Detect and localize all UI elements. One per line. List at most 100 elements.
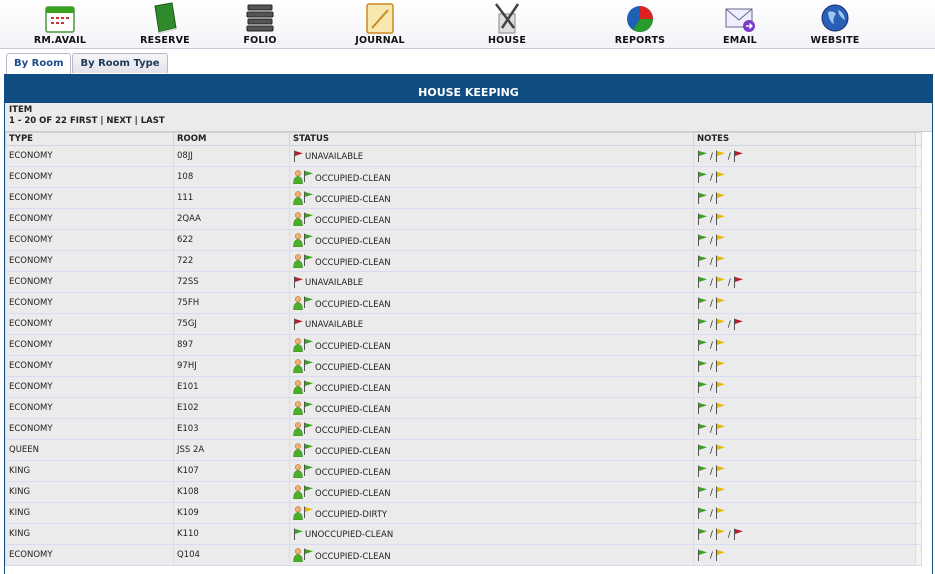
table-row[interactable]: ECONOMY 75FH OCCUPIED-CLEAN /: [5, 292, 922, 314]
red-flag-icon[interactable]: [733, 528, 744, 540]
toolbar-button-reserve[interactable]: RESERVE: [120, 2, 210, 46]
green-flag-icon[interactable]: [303, 170, 314, 182]
room-number-cell[interactable]: 72SS: [173, 271, 290, 293]
toolbar-button-website[interactable]: WEBSITE: [790, 2, 880, 46]
table-row[interactable]: ECONOMY Q104 OCCUPIED-CLEAN /: [5, 544, 922, 566]
table-row[interactable]: ECONOMY 08JJ UNAVAILABLE / /: [5, 145, 922, 167]
green-flag-icon[interactable]: [697, 192, 708, 204]
room-number-cell[interactable]: K108: [173, 481, 290, 503]
red-flag-icon[interactable]: [293, 276, 304, 288]
green-flag-icon[interactable]: [303, 359, 314, 371]
table-row[interactable]: ECONOMY 622 OCCUPIED-CLEAN /: [5, 229, 922, 251]
tab-by-room-type[interactable]: By Room Type: [72, 53, 168, 73]
green-flag-icon[interactable]: [697, 318, 708, 330]
red-flag-icon[interactable]: [733, 276, 744, 288]
yellow-flag-icon[interactable]: [715, 192, 726, 204]
table-row[interactable]: ECONOMY 108 OCCUPIED-CLEAN /: [5, 166, 922, 188]
table-row[interactable]: QUEEN JSS 2A OCCUPIED-CLEAN /: [5, 439, 922, 461]
yellow-flag-icon[interactable]: [715, 297, 726, 309]
green-flag-icon[interactable]: [303, 548, 314, 560]
yellow-flag-icon[interactable]: [715, 360, 726, 372]
yellow-flag-icon[interactable]: [715, 255, 726, 267]
green-flag-icon[interactable]: [303, 443, 314, 455]
pager-next-link[interactable]: NEXT: [106, 116, 131, 126]
green-flag-icon[interactable]: [697, 255, 708, 267]
table-row[interactable]: ECONOMY E102 OCCUPIED-CLEAN /: [5, 397, 922, 419]
table-row[interactable]: KING K108 OCCUPIED-CLEAN /: [5, 481, 922, 503]
table-row[interactable]: ECONOMY 75GJ UNAVAILABLE / /: [5, 313, 922, 335]
room-number-cell[interactable]: 622: [173, 229, 290, 251]
room-number-cell[interactable]: 108: [173, 166, 290, 188]
room-number-cell[interactable]: E103: [173, 418, 290, 440]
room-number-cell[interactable]: E102: [173, 397, 290, 419]
yellow-flag-icon[interactable]: [715, 465, 726, 477]
yellow-flag-icon[interactable]: [715, 486, 726, 498]
green-flag-icon[interactable]: [697, 339, 708, 351]
yellow-flag-icon[interactable]: [715, 234, 726, 246]
table-row[interactable]: ECONOMY 72SS UNAVAILABLE / /: [5, 271, 922, 293]
green-flag-icon[interactable]: [303, 212, 314, 224]
toolbar-button-rm-avail[interactable]: RM.AVAIL: [15, 2, 105, 46]
green-flag-icon[interactable]: [697, 465, 708, 477]
yellow-flag-icon[interactable]: [715, 402, 726, 414]
red-flag-icon[interactable]: [733, 318, 744, 330]
green-flag-icon[interactable]: [697, 297, 708, 309]
green-flag-icon[interactable]: [697, 549, 708, 561]
green-flag-icon[interactable]: [303, 464, 314, 476]
green-flag-icon[interactable]: [697, 234, 708, 246]
green-flag-icon[interactable]: [303, 191, 314, 203]
table-row[interactable]: KING K110 UNOCCUPIED-CLEAN / /: [5, 523, 922, 545]
room-number-cell[interactable]: K107: [173, 460, 290, 482]
room-number-cell[interactable]: K110: [173, 523, 290, 545]
yellow-flag-icon[interactable]: [715, 318, 726, 330]
toolbar-button-reports[interactable]: REPORTS: [595, 2, 685, 46]
yellow-flag-icon[interactable]: [715, 507, 726, 519]
room-number-cell[interactable]: JSS 2A: [173, 439, 290, 461]
yellow-flag-icon[interactable]: [715, 423, 726, 435]
green-flag-icon[interactable]: [303, 233, 314, 245]
table-row[interactable]: ECONOMY E103 OCCUPIED-CLEAN /: [5, 418, 922, 440]
green-flag-icon[interactable]: [697, 507, 708, 519]
yellow-flag-icon[interactable]: [715, 381, 726, 393]
room-number-cell[interactable]: 75FH: [173, 292, 290, 314]
toolbar-button-journal[interactable]: JOURNAL: [335, 2, 425, 46]
room-number-cell[interactable]: 2QAA: [173, 208, 290, 230]
green-flag-icon[interactable]: [697, 150, 708, 162]
room-number-cell[interactable]: K109: [173, 502, 290, 524]
toolbar-button-folio[interactable]: FOLIO: [215, 2, 305, 46]
green-flag-icon[interactable]: [697, 381, 708, 393]
green-flag-icon[interactable]: [303, 401, 314, 413]
red-flag-icon[interactable]: [293, 318, 304, 330]
green-flag-icon[interactable]: [697, 276, 708, 288]
toolbar-button-house[interactable]: HOUSE: [462, 2, 552, 46]
green-flag-icon[interactable]: [303, 485, 314, 497]
green-flag-icon[interactable]: [697, 171, 708, 183]
table-row[interactable]: ECONOMY 897 OCCUPIED-CLEAN /: [5, 334, 922, 356]
yellow-flag-icon[interactable]: [715, 444, 726, 456]
pager-first-link[interactable]: FIRST: [70, 116, 97, 126]
yellow-flag-icon[interactable]: [715, 213, 726, 225]
room-number-cell[interactable]: Q104: [173, 544, 290, 566]
green-flag-icon[interactable]: [697, 360, 708, 372]
green-flag-icon[interactable]: [303, 422, 314, 434]
green-flag-icon[interactable]: [303, 338, 314, 350]
room-number-cell[interactable]: 722: [173, 250, 290, 272]
yellow-flag-icon[interactable]: [715, 339, 726, 351]
tab-by-room[interactable]: By Room: [6, 53, 72, 74]
room-number-cell[interactable]: E101: [173, 376, 290, 398]
pager-last-link[interactable]: LAST: [141, 116, 165, 126]
green-flag-icon[interactable]: [697, 486, 708, 498]
table-row[interactable]: ECONOMY 111 OCCUPIED-CLEAN /: [5, 187, 922, 209]
room-number-cell[interactable]: 08JJ: [173, 145, 290, 167]
green-flag-icon[interactable]: [303, 254, 314, 266]
green-flag-icon[interactable]: [303, 296, 314, 308]
yellow-flag-icon[interactable]: [715, 150, 726, 162]
toolbar-button-email[interactable]: EMAIL: [695, 2, 785, 46]
red-flag-icon[interactable]: [293, 150, 304, 162]
yellow-flag-icon[interactable]: [715, 276, 726, 288]
green-flag-icon[interactable]: [697, 528, 708, 540]
green-flag-icon[interactable]: [303, 380, 314, 392]
red-flag-icon[interactable]: [733, 150, 744, 162]
green-flag-icon[interactable]: [697, 423, 708, 435]
room-number-cell[interactable]: 97HJ: [173, 355, 290, 377]
